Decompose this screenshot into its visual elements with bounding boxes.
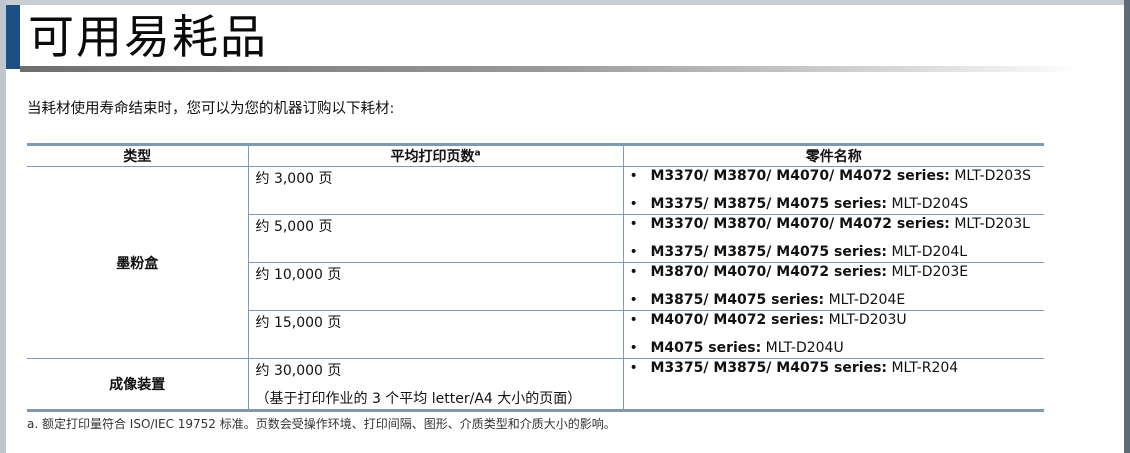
list-item: • M3875/ M4075 series: MLT-D204E (629, 292, 906, 308)
parts-cell: • M3370/ M3870/ M4070/ M4072 series: MLT-… (622, 166, 1045, 215)
table-header-row: 类型 平均打印页数a 零件名称 (27, 143, 1044, 167)
parts-cell: • M3370/ M3870/ M4070/ M4072 series: MLT-… (622, 214, 1045, 263)
list-item: • M3375/ M3875/ M4075 series: MLT-R204 (629, 360, 959, 376)
yield-cell: 约 3,000 页 (247, 166, 624, 215)
parts-cell: • M3375/ M3875/ M4075 series: MLT-R204 (622, 358, 1045, 412)
parts-list: • M3370/ M3870/ M4070/ M4072 series: MLT-… (630, 215, 1045, 262)
list-item: • M3375/ M3875/ M4075 series: MLT-D204L (629, 244, 968, 260)
yield-note: （基于打印作业的 3 个平均 letter/A4 大小的页面） (255, 391, 582, 407)
parts-cell: • M4070/ M4072 series: MLT-D203U • M4075 s… (622, 310, 1045, 359)
parts-list: • M3870/ M4070/ M4072 series: MLT-D203E •… (630, 263, 1045, 310)
parts-cell: • M3870/ M4070/ M4072 series: MLT-D203E •… (622, 262, 1045, 311)
list-item: • M3870/ M4070/ M4072 series: MLT-D203E (629, 264, 969, 280)
list-item: • M4075 series: MLT-D204U (629, 340, 844, 356)
page-title: 可用易耗品 (28, 10, 268, 64)
list-item: • M4070/ M4072 series: MLT-D203U (629, 312, 907, 328)
yield-cell: 约 30,000 页 （基于打印作业的 3 个平均 letter/A4 大小的页… (247, 358, 624, 412)
list-item: • M3375/ M3875/ M4075 series: MLT-D204S (629, 196, 969, 212)
title-underline (20, 66, 1082, 72)
footnote-marker: a (474, 148, 481, 159)
intro-text: 当耗材使用寿命结束时，您可以为您的机器订购以下耗材: (27, 101, 395, 117)
parts-list: • M4070/ M4072 series: MLT-D203U • M4075 s… (630, 311, 1045, 358)
table-row: 墨粉盒 约 3,000 页 • M3370/ M3870/ M4070/ M407… (27, 166, 1045, 359)
table-row: 成像装置 约 30,000 页 （基于打印作业的 3 个平均 letter/A4… (27, 358, 1045, 412)
type-cell-imaging-unit: 成像装置 (27, 358, 249, 412)
yield-cell: 约 15,000 页 (247, 310, 624, 359)
yield-cell: 约 10,000 页 (247, 262, 624, 311)
list-item: • M3370/ M3870/ M4070/ M4072 series: MLT-… (629, 168, 1032, 184)
yield-cell: 约 5,000 页 (247, 214, 624, 263)
window-top-border (0, 0, 1130, 5)
type-cell-toner: 墨粉盒 (27, 166, 249, 359)
list-item: • M3370/ M3870/ M4070/ M4072 series: MLT-… (629, 216, 1030, 232)
consumables-table: 类型 平均打印页数a 零件名称 墨粉盒 约 3,000 页 • M3370/ M3… (27, 143, 1044, 412)
header-yield: 平均打印页数a (247, 143, 624, 167)
parts-list: • M3375/ M3875/ M4075 series: MLT-R204 (630, 359, 1045, 378)
header-type: 类型 (27, 143, 249, 167)
title-accent-bar (6, 5, 20, 69)
window-right-border (1124, 0, 1130, 453)
footnote: a. 额定打印量符合 ISO/IEC 19752 标准。页数会受操作环境、打印间… (27, 417, 616, 431)
header-part-name: 零件名称 (622, 143, 1044, 167)
parts-list: • M3370/ M3870/ M4070/ M4072 series: MLT-… (630, 167, 1045, 214)
